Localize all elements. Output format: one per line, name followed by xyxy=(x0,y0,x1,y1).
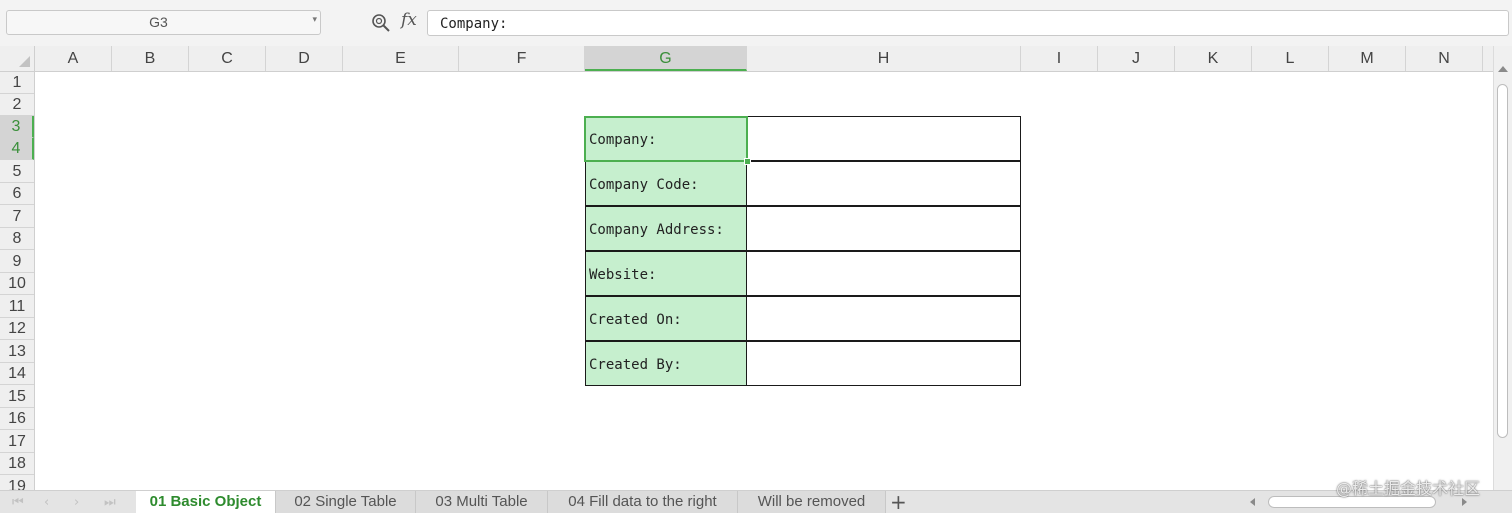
column-header-f[interactable]: F xyxy=(459,46,585,71)
row-header-8[interactable]: 8 xyxy=(0,228,34,250)
row-header-14[interactable]: 14 xyxy=(0,363,34,385)
value-cell-company-code[interactable] xyxy=(746,161,1021,206)
row-header-18[interactable]: 18 xyxy=(0,453,34,475)
form-row-created-by: Created By: xyxy=(35,341,1493,386)
chevron-down-icon[interactable]: ▾ xyxy=(312,15,317,25)
last-sheet-icon[interactable]: ⏭ xyxy=(104,495,116,510)
row-header-9[interactable]: 9 xyxy=(0,251,34,273)
value-cell-website[interactable] xyxy=(746,251,1021,296)
sheet-tab-multi-table[interactable]: 03 Multi Table xyxy=(416,491,548,513)
column-header-h[interactable]: H xyxy=(747,46,1021,71)
column-header-m[interactable]: M xyxy=(1329,46,1406,71)
sheet-tab-will-be-removed[interactable]: Will be removed xyxy=(738,491,886,513)
row-header-13[interactable]: 13 xyxy=(0,341,34,363)
column-header-a[interactable]: A xyxy=(35,46,112,71)
row-header-7[interactable]: 7 xyxy=(0,206,34,228)
form-row-website: Website: xyxy=(35,251,1493,296)
scroll-left-arrow-icon[interactable] xyxy=(1250,498,1255,506)
column-header-i[interactable]: I xyxy=(1021,46,1098,71)
column-header-k[interactable]: K xyxy=(1175,46,1252,71)
value-cell-created-by[interactable] xyxy=(746,341,1021,386)
cell-grid[interactable]: Company: Company Code: Company Address: … xyxy=(35,72,1493,490)
vertical-scroll-thumb[interactable] xyxy=(1497,84,1508,438)
sheet-tab-basic-object[interactable]: 01 Basic Object xyxy=(136,491,276,513)
scroll-right-arrow-icon[interactable] xyxy=(1462,498,1467,506)
row-header-2[interactable]: 2 xyxy=(0,94,34,116)
row-header-16[interactable]: 16 xyxy=(0,408,34,430)
value-cell-company[interactable] xyxy=(746,116,1021,161)
sheet-tabs-bar: ⏮ ‹ › ⏭ 01 Basic Object 02 Single Table … xyxy=(0,490,1512,513)
row-header-4[interactable]: 4 xyxy=(0,138,34,160)
sheet-tab-single-table[interactable]: 02 Single Table xyxy=(276,491,416,513)
form-row-company-code: Company Code: xyxy=(35,161,1493,206)
spreadsheet-window: G3 ▾ fx Company: A B C D E F G H I J K L… xyxy=(0,0,1512,513)
watermark-text: @稀土掘金技术社区 xyxy=(1336,479,1481,498)
next-sheet-icon[interactable]: › xyxy=(74,495,79,510)
prev-sheet-icon[interactable]: ‹ xyxy=(44,495,49,510)
first-sheet-icon[interactable]: ⏮ xyxy=(12,495,24,510)
column-header-e[interactable]: E xyxy=(343,46,459,71)
row-header-17[interactable]: 17 xyxy=(0,431,34,453)
scroll-up-arrow-icon[interactable] xyxy=(1498,66,1508,72)
row-header-1[interactable]: 1 xyxy=(0,72,34,94)
select-all-corner[interactable] xyxy=(0,46,35,71)
column-header-d[interactable]: D xyxy=(266,46,343,71)
column-header-l[interactable]: L xyxy=(1252,46,1329,71)
form-row-company-address: Company Address: xyxy=(35,206,1493,251)
row-header-6[interactable]: 6 xyxy=(0,183,34,205)
column-header-b[interactable]: B xyxy=(112,46,189,71)
row-header-10[interactable]: 10 xyxy=(0,273,34,295)
label-cell-created-on[interactable]: Created On: xyxy=(585,296,747,341)
function-fx-icon[interactable]: fx xyxy=(401,10,417,30)
fill-handle[interactable] xyxy=(744,158,751,165)
value-cell-created-on[interactable] xyxy=(746,296,1021,341)
row-header-15[interactable]: 15 xyxy=(0,386,34,408)
row-header-19[interactable]: 19 xyxy=(0,476,34,490)
name-box-value: G3 xyxy=(149,14,168,30)
column-header-n[interactable]: N xyxy=(1406,46,1483,71)
select-all-triangle-icon xyxy=(19,56,30,67)
column-header-c[interactable]: C xyxy=(189,46,266,71)
form-row-company: Company: xyxy=(35,116,1493,161)
column-header-j[interactable]: J xyxy=(1098,46,1175,71)
zoom-search-icon[interactable] xyxy=(371,13,391,33)
label-cell-company-code[interactable]: Company Code: xyxy=(585,161,747,206)
row-header-5[interactable]: 5 xyxy=(0,161,34,183)
label-cell-company-address[interactable]: Company Address: xyxy=(585,206,747,251)
row-header: 1 2 3 4 5 6 7 8 9 10 11 12 13 14 15 16 1… xyxy=(0,72,35,490)
formula-value: Company: xyxy=(440,16,508,32)
column-header-g[interactable]: G xyxy=(585,46,747,71)
row-header-3[interactable]: 3 xyxy=(0,116,34,138)
formula-bar: G3 ▾ fx Company: xyxy=(0,0,1512,46)
form-row-created-on: Created On: xyxy=(35,296,1493,341)
name-box[interactable]: G3 ▾ xyxy=(6,10,321,35)
column-header: A B C D E F G H I J K L M N xyxy=(0,46,1493,72)
add-sheet-plus-icon[interactable]: + xyxy=(890,490,907,513)
value-cell-company-address[interactable] xyxy=(746,206,1021,251)
row-header-12[interactable]: 12 xyxy=(0,318,34,340)
label-cell-company[interactable]: Company: xyxy=(585,116,747,161)
row-header-11[interactable]: 11 xyxy=(0,296,34,318)
formula-input[interactable]: Company: xyxy=(427,10,1509,36)
label-cell-created-by[interactable]: Created By: xyxy=(585,341,747,386)
sheet-tab-fill-right[interactable]: 04 Fill data to the right xyxy=(548,491,738,513)
vertical-scrollbar[interactable] xyxy=(1493,46,1512,490)
label-cell-website[interactable]: Website: xyxy=(585,251,747,296)
